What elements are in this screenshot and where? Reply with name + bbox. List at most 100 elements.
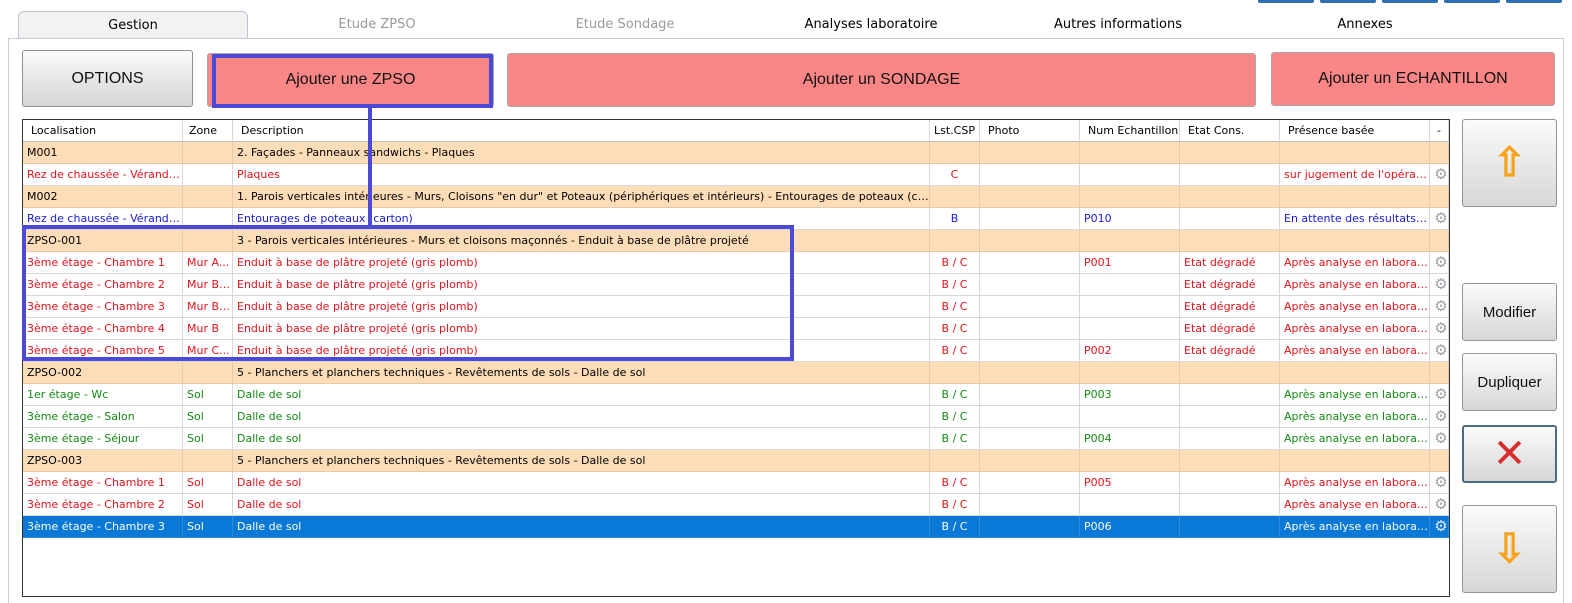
cell-actions[interactable] — [1430, 450, 1449, 472]
cell-localisation: ZPSO-002 — [23, 362, 183, 384]
table-row[interactable]: 3ème étage - Chambre 1 Mur A... Enduit à b… — [23, 252, 1449, 274]
cell-photo — [980, 406, 1080, 428]
cell-etat-cons: Etat dégradé — [1180, 340, 1280, 362]
cell-zone: Sol — [183, 516, 233, 538]
tab-etude-zpso[interactable]: Etude ZPSO — [262, 11, 492, 39]
cell-actions[interactable]: ⚙ — [1430, 494, 1449, 516]
cell-num-echantillon — [1080, 450, 1180, 472]
gear-icon[interactable]: ⚙ — [1433, 210, 1448, 226]
table-group-row[interactable]: M001 2. Façades - Panneaux sandwichs - Pl… — [23, 142, 1449, 164]
table-group-row[interactable]: ZPSO-002 5 - Planchers et planchers techn… — [23, 362, 1449, 384]
window-control-4[interactable] — [1444, 0, 1500, 3]
table-row[interactable]: 3ème étage - Chambre 3 Mur B;... Enduit à … — [23, 296, 1449, 318]
cell-localisation: ZPSO-001 — [23, 230, 183, 252]
table-row[interactable]: 3ème étage - Chambre 1 Sol Dalle de sol B /… — [23, 472, 1449, 494]
cell-photo — [980, 472, 1080, 494]
gear-icon[interactable]: ⚙ — [1433, 342, 1448, 358]
cell-actions[interactable] — [1430, 230, 1449, 252]
cell-actions[interactable] — [1430, 186, 1449, 208]
tab-annexes[interactable]: Annexes — [1250, 11, 1480, 39]
window-control-3[interactable] — [1382, 0, 1438, 3]
cell-photo — [980, 340, 1080, 362]
cell-num-echantillon: P001 — [1080, 252, 1180, 274]
add-sondage-button[interactable]: Ajouter un SONDAGE — [507, 53, 1256, 107]
cell-actions[interactable]: ⚙ — [1430, 296, 1449, 318]
table-row[interactable]: 3ème étage - Chambre 5 Mur C... Enduit à b… — [23, 340, 1449, 362]
gear-icon[interactable]: ⚙ — [1433, 276, 1448, 292]
add-zpso-button[interactable]: Ajouter une ZPSO — [207, 53, 494, 107]
table-row[interactable]: 3ème étage - Chambre 2 Sol Dalle de sol B /… — [23, 494, 1449, 516]
cell-etat-cons: Etat dégradé — [1180, 318, 1280, 340]
table-row[interactable]: 1er étage - Wc Sol Dalle de sol B / C P003 Ap… — [23, 384, 1449, 406]
delete-button[interactable]: ✕ — [1462, 425, 1557, 483]
tab-autres-informations[interactable]: Autres informations — [1003, 11, 1233, 39]
cell-photo — [980, 362, 1080, 384]
cell-description: Enduit à base de plâtre projeté (gris pl… — [233, 252, 930, 274]
options-button[interactable]: OPTIONS — [22, 50, 193, 107]
cell-description: Entourages de poteaux (carton) — [233, 208, 930, 230]
tab-etude-sondage[interactable]: Etude Sondage — [510, 11, 740, 39]
table-row[interactable]: 3ème étage - Chambre 2 Mur B;... Enduit à … — [23, 274, 1449, 296]
gear-icon[interactable]: ⚙ — [1433, 166, 1448, 182]
cell-actions[interactable]: ⚙ — [1430, 340, 1449, 362]
table-row[interactable]: 3ème étage - Chambre 4 Mur B Enduit à base… — [23, 318, 1449, 340]
cell-actions[interactable]: ⚙ — [1430, 274, 1449, 296]
column-header-zone[interactable]: Zone — [183, 120, 233, 142]
move-down-button[interactable]: ⇩ — [1462, 505, 1557, 593]
cell-actions[interactable]: ⚙ — [1430, 318, 1449, 340]
table-row[interactable]: Rez de chaussée - Véranda 1 Entourages de… — [23, 208, 1449, 230]
table-group-row[interactable]: M002 1. Parois verticales intérieures - M… — [23, 186, 1449, 208]
window-control-1[interactable] — [1258, 0, 1314, 3]
column-header-num-echantillon[interactable]: Num Echantillon — [1080, 120, 1180, 142]
column-header-lst-csp[interactable]: Lst.CSP — [930, 120, 980, 142]
gear-icon[interactable]: ⚙ — [1433, 408, 1448, 424]
cell-actions[interactable] — [1430, 142, 1449, 164]
gear-icon[interactable]: ⚙ — [1433, 254, 1448, 270]
window-control-5[interactable] — [1506, 0, 1562, 3]
cell-actions[interactable] — [1430, 362, 1449, 384]
gear-icon[interactable]: ⚙ — [1433, 518, 1448, 534]
cell-actions[interactable]: ⚙ — [1430, 164, 1449, 186]
table-row[interactable]: 3ème étage - Chambre 3 Sol Dalle de sol B /… — [23, 516, 1449, 538]
gear-icon[interactable]: ⚙ — [1433, 430, 1448, 446]
add-echantillon-button[interactable]: Ajouter un ECHANTILLON — [1271, 52, 1555, 106]
gear-icon[interactable]: ⚙ — [1433, 298, 1448, 314]
cell-actions[interactable]: ⚙ — [1430, 472, 1449, 494]
cell-actions[interactable]: ⚙ — [1430, 428, 1449, 450]
table-row[interactable]: 3ème étage - Séjour Sol Dalle de sol B / C P… — [23, 428, 1449, 450]
table-row[interactable]: Rez de chaussée - Véranda 1 Plaques Csur j… — [23, 164, 1449, 186]
cell-actions[interactable]: ⚙ — [1430, 406, 1449, 428]
cell-description: Enduit à base de plâtre projeté (gris pl… — [233, 274, 930, 296]
table-row[interactable]: 3ème étage - Salon Sol Dalle de sol B / C Ap… — [23, 406, 1449, 428]
column-header-description[interactable]: Description — [233, 120, 930, 142]
column-header-presence-basee[interactable]: Présence basée — [1280, 120, 1430, 142]
column-header-localisation[interactable]: Localisation — [23, 120, 183, 142]
samples-grid[interactable]: Localisation Zone Description Lst.CSP Ph… — [22, 119, 1450, 597]
table-group-row[interactable]: ZPSO-001 3 - Parois verticales intérieure… — [23, 230, 1449, 252]
move-up-button[interactable]: ⇧ — [1462, 119, 1557, 207]
frame-border-left — [8, 38, 9, 603]
gear-icon[interactable]: ⚙ — [1433, 320, 1448, 336]
column-header-etat-cons[interactable]: Etat Cons. — [1180, 120, 1280, 142]
gear-icon[interactable]: ⚙ — [1433, 496, 1448, 512]
cell-actions[interactable]: ⚙ — [1430, 208, 1449, 230]
column-header-photo[interactable]: Photo — [980, 120, 1080, 142]
cell-zone: Mur B — [183, 318, 233, 340]
cell-lst-csp — [930, 230, 980, 252]
dupliquer-button[interactable]: Dupliquer — [1462, 353, 1557, 411]
gear-icon[interactable]: ⚙ — [1433, 474, 1448, 490]
cell-presence-basee: Après analyse en laboratoire — [1280, 296, 1430, 318]
tab-gestion[interactable]: Gestion — [18, 11, 248, 39]
cell-actions[interactable]: ⚙ — [1430, 384, 1449, 406]
window-control-2[interactable] — [1320, 0, 1376, 3]
cell-actions[interactable]: ⚙ — [1430, 252, 1449, 274]
tab-analyses-laboratoire[interactable]: Analyses laboratoire — [756, 11, 986, 39]
column-header-actions[interactable]: - — [1430, 120, 1449, 142]
cell-zone: Sol — [183, 494, 233, 516]
cell-presence-basee: Après analyse en laboratoire — [1280, 340, 1430, 362]
gear-icon[interactable]: ⚙ — [1433, 386, 1448, 402]
modifier-button[interactable]: Modifier — [1462, 283, 1557, 341]
cell-localisation: 3ème étage - Séjour — [23, 428, 183, 450]
cell-actions[interactable]: ⚙ — [1430, 516, 1449, 538]
table-group-row[interactable]: ZPSO-003 5 - Planchers et planchers techn… — [23, 450, 1449, 472]
